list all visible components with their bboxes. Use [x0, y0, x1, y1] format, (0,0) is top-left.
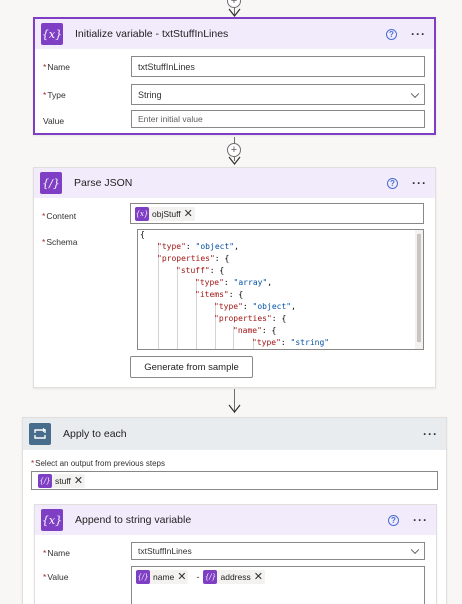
remove-token-icon[interactable]: ✕ — [254, 572, 265, 583]
loop-icon — [29, 423, 51, 445]
card-title: Initialize variable - txtStuffInLines — [75, 28, 229, 40]
schema-line: "items": { — [195, 290, 244, 299]
chevron-down-icon — [410, 545, 420, 555]
schema-label: *Schema — [42, 237, 78, 247]
arrow-down-icon — [228, 156, 241, 165]
initialize-variable-card[interactable]: {x} Initialize variable - txtStuffInLine… — [33, 17, 436, 135]
more-options-icon[interactable]: ··· — [411, 27, 426, 41]
remove-token-icon[interactable]: ✕ — [184, 208, 195, 219]
dynamic-token[interactable]: {/} address ✕ — [203, 570, 265, 584]
value-label: *Value — [43, 572, 69, 582]
parse-json-card[interactable]: {/} Parse JSON ? ··· *Content {x} objStu… — [33, 167, 436, 388]
name-input[interactable]: txtStuffInLines — [131, 56, 425, 77]
card-title: Append to string variable — [75, 514, 192, 526]
type-dropdown[interactable]: String — [131, 84, 425, 105]
schema-scrollbar[interactable] — [415, 230, 423, 349]
data-operation-icon: {/} — [136, 570, 150, 584]
select-output-label: *Select an output from previous steps — [31, 459, 165, 468]
schema-line: "type": "array", — [195, 278, 273, 287]
more-options-icon[interactable]: ··· — [412, 176, 427, 190]
dynamic-token[interactable]: {/} name ✕ — [136, 570, 189, 584]
arrow-down-icon — [228, 404, 241, 413]
data-operation-icon: {/} — [203, 570, 218, 584]
schema-line: "properties": { — [157, 254, 230, 263]
variable-icon: {x} — [41, 509, 63, 531]
apply-to-each-header[interactable]: Apply to each ··· — [23, 418, 446, 450]
content-label: *Content — [42, 211, 77, 221]
help-icon[interactable]: ? — [386, 28, 397, 40]
apply-to-each-card[interactable]: Apply to each ··· *Select an output from… — [22, 417, 447, 604]
card-title: Parse JSON — [74, 177, 133, 189]
add-step-icon[interactable]: + — [227, 0, 241, 8]
schema-line: "properties": { — [214, 314, 287, 323]
schema-editor[interactable]: { "type": "object", "properties": { "stu… — [137, 229, 424, 350]
initialize-variable-header[interactable]: {x} Initialize variable - txtStuffInLine… — [35, 19, 434, 49]
add-step-icon[interactable]: + — [227, 143, 241, 157]
schema-line: "type": "object", — [157, 242, 239, 251]
parse-json-header[interactable]: {/} Parse JSON ? ··· — [34, 168, 435, 198]
schema-line: { — [140, 230, 145, 239]
schema-line: "type": "object", — [214, 302, 296, 311]
help-icon[interactable]: ? — [387, 177, 398, 189]
scroll-thumb[interactable] — [417, 234, 421, 342]
schema-line: "name": { — [233, 326, 277, 335]
more-options-icon[interactable]: ··· — [413, 513, 428, 527]
more-options-icon[interactable]: ··· — [423, 427, 438, 441]
schema-line: "stuff": { — [176, 266, 225, 275]
dynamic-token[interactable]: {x} objStuff ✕ — [135, 206, 195, 221]
name-label: *Name — [43, 62, 70, 72]
remove-token-icon[interactable]: ✕ — [177, 572, 188, 583]
append-header[interactable]: {x} Append to string variable ? ··· — [35, 505, 436, 535]
content-input[interactable]: {x} objStuff ✕ — [130, 203, 424, 224]
value-input[interactable]: Enter initial value — [131, 110, 425, 128]
schema-line: "type": "string" — [252, 338, 330, 347]
append-name-dropdown[interactable]: txtStuffInLines — [131, 542, 425, 560]
chevron-down-icon — [410, 89, 420, 98]
name-label: *Name — [43, 548, 70, 558]
select-output-input[interactable]: {/} stuff ✕ — [31, 471, 438, 490]
variable-icon: {x} — [41, 23, 63, 45]
type-label: *Type — [43, 90, 66, 100]
append-to-string-card[interactable]: {x} Append to string variable ? ··· *Nam… — [34, 504, 437, 604]
append-value-input[interactable]: {/} name ✕ - {/} address ✕ — [131, 566, 425, 604]
remove-token-icon[interactable]: ✕ — [74, 475, 85, 486]
variable-icon: {x} — [135, 206, 149, 221]
value-label: Value — [43, 116, 65, 126]
card-title: Apply to each — [63, 428, 127, 440]
value-separator: - — [196, 572, 200, 582]
data-operation-icon: {/} — [38, 473, 52, 488]
help-icon[interactable]: ? — [388, 514, 399, 526]
generate-from-sample-button[interactable]: Generate from sample — [130, 356, 253, 378]
dynamic-token[interactable]: {/} stuff ✕ — [38, 473, 86, 488]
data-operation-icon: {/} — [40, 172, 62, 194]
